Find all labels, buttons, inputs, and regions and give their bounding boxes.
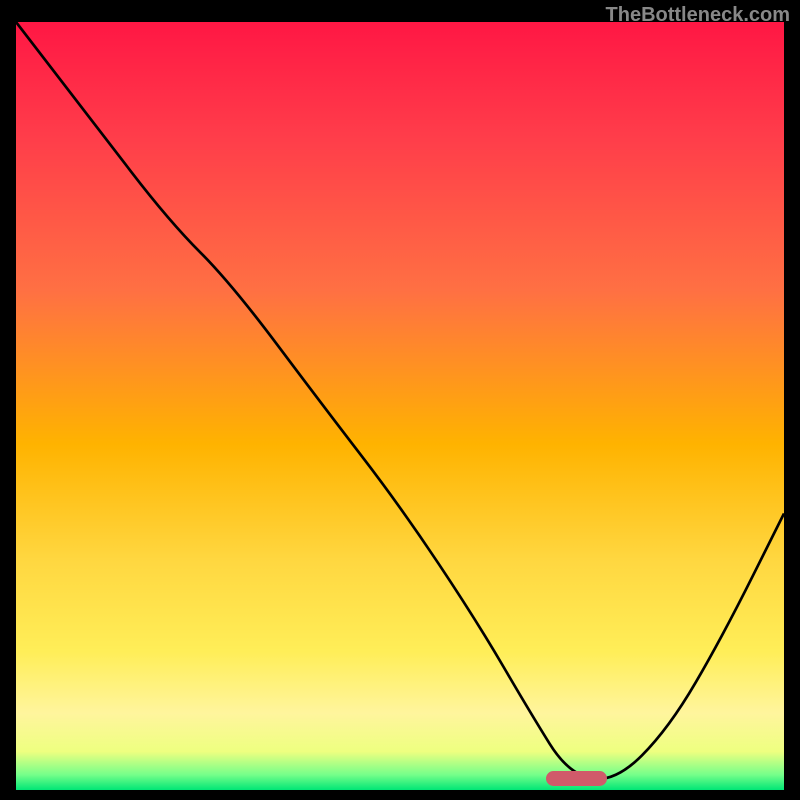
plot-area <box>16 22 784 790</box>
watermark-text: TheBottleneck.com <box>606 4 790 27</box>
bottleneck-curve <box>16 22 784 790</box>
optimal-marker <box>546 771 607 786</box>
